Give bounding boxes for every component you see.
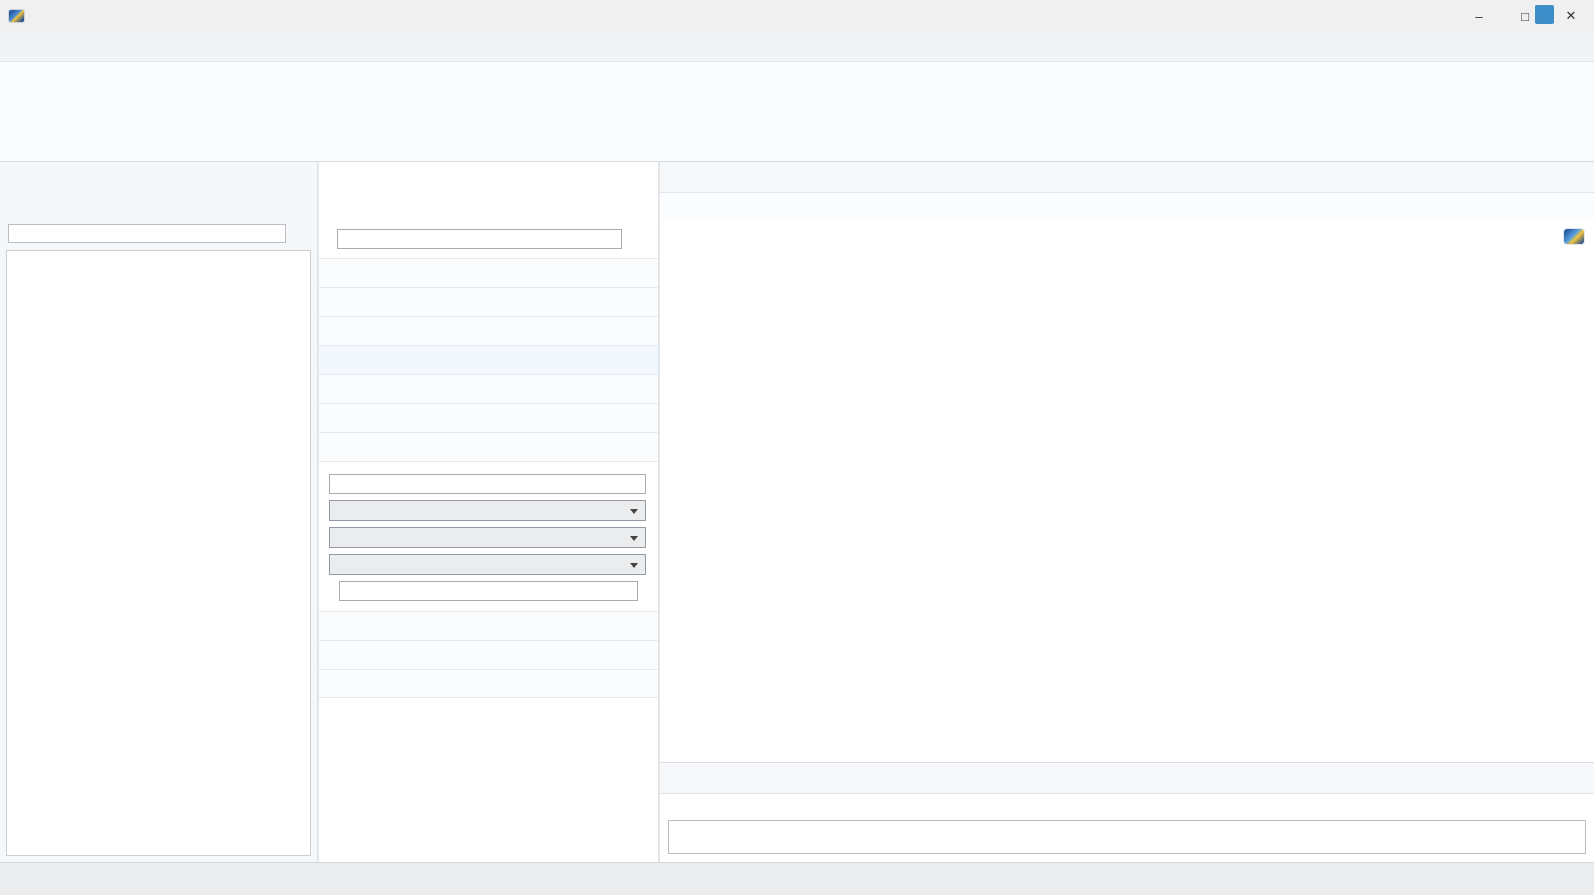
section-override-contribution[interactable] xyxy=(319,287,658,316)
section-material-type[interactable] xyxy=(319,374,658,403)
ribbon xyxy=(0,62,1594,162)
graphics-area xyxy=(660,162,1594,862)
motor-3d-visualization xyxy=(660,221,1594,762)
menu-bar xyxy=(0,32,1594,62)
refresh-icon[interactable] xyxy=(291,224,307,240)
section-constitutive-bh[interactable] xyxy=(319,640,658,669)
close-button[interactable]: ✕ xyxy=(1548,0,1594,32)
rename-icon[interactable] xyxy=(630,230,648,248)
main-area xyxy=(0,162,1594,862)
section-domain-selection[interactable] xyxy=(319,258,658,287)
graphics-canvas[interactable] xyxy=(660,221,1594,762)
graphics-tab-bar xyxy=(660,162,1594,193)
model-input-edit-icon[interactable] xyxy=(623,352,639,368)
section-model-input[interactable] xyxy=(319,345,658,374)
help-button[interactable] xyxy=(1535,5,1554,24)
window-controls: – □ ✕ xyxy=(1456,0,1594,32)
conductor-model-select[interactable] xyxy=(329,500,646,521)
coil-excitation-select[interactable] xyxy=(329,554,646,575)
settings-panel xyxy=(319,162,659,862)
messages-output[interactable] xyxy=(668,820,1586,854)
section-constitutive-de[interactable] xyxy=(319,669,658,698)
model-tree xyxy=(6,250,311,856)
minimize-button[interactable]: – xyxy=(1456,0,1502,32)
coil-label-input[interactable] xyxy=(337,229,622,249)
coil-section-content xyxy=(319,461,658,611)
messages-toolbar xyxy=(660,794,1594,819)
title-bar: – □ ✕ xyxy=(0,0,1594,32)
status-bar xyxy=(0,862,1594,895)
section-coil[interactable] xyxy=(319,432,658,461)
coil-current-input[interactable] xyxy=(339,581,638,601)
model-builder-panel xyxy=(0,162,318,862)
app-logo-icon xyxy=(9,10,24,22)
section-coordinate-system[interactable] xyxy=(319,403,658,432)
tree-filter-input[interactable] xyxy=(8,224,286,243)
coil-name-input[interactable] xyxy=(329,474,646,494)
plot-thumbnail-icon[interactable] xyxy=(1564,229,1584,244)
messages-tab-bar xyxy=(660,763,1594,794)
section-equation[interactable] xyxy=(319,316,658,345)
graphics-toolbar xyxy=(660,193,1594,221)
section-homogenized-conductor[interactable] xyxy=(319,611,658,640)
coil-type-select[interactable] xyxy=(329,527,646,548)
information-panel xyxy=(660,762,1594,862)
